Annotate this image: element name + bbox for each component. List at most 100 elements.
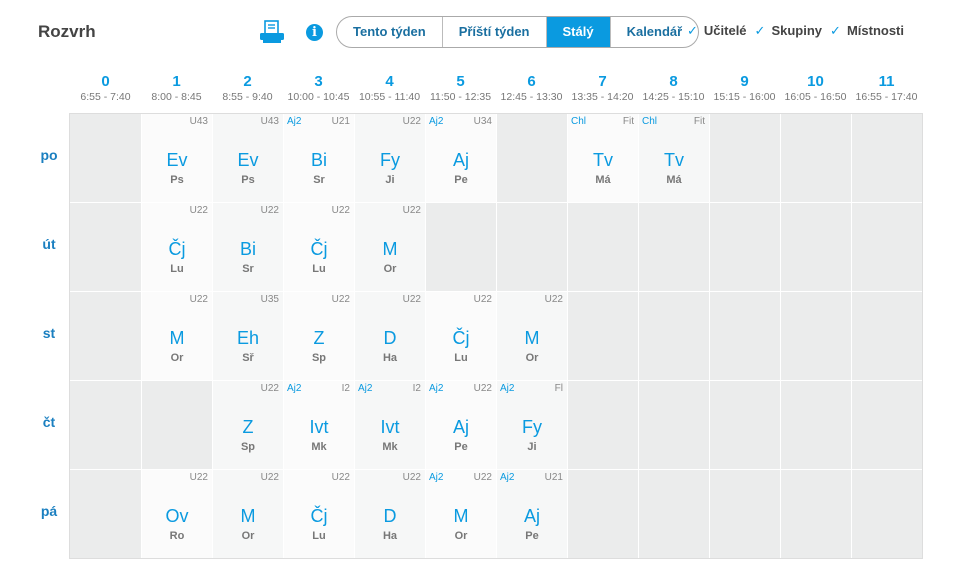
- lesson-room: Fit: [622, 116, 634, 127]
- lesson-subject: Tv: [593, 150, 613, 170]
- day-row: U22 Čj Lu U22 Bi Sr U22 Čj Lu U22 M Or: [70, 202, 922, 291]
- lesson-room: U22: [473, 472, 492, 483]
- lesson-room: U22: [402, 294, 421, 305]
- lesson-cell[interactable]: U22 M Or: [496, 292, 567, 380]
- lesson-teacher: Lu: [312, 530, 326, 542]
- period-time: 16:55 - 17:40: [855, 91, 918, 103]
- period-time: 8:00 - 8:45: [151, 91, 202, 103]
- lesson-subject: M: [524, 328, 540, 348]
- day-label: st: [42, 325, 56, 341]
- page-title: Rozvrh: [38, 22, 96, 41]
- period-header: 8 14:25 - 15:10: [638, 74, 709, 104]
- lesson-group: Aj2: [358, 383, 373, 394]
- period-time: 10:55 - 11:40: [358, 91, 421, 103]
- lesson-cell[interactable]: Aj2 I2 Ivt Mk: [354, 381, 425, 469]
- lesson-teacher: Ha: [382, 530, 398, 542]
- lesson-cell[interactable]: U35 Eh Sř: [212, 292, 283, 380]
- lesson-teacher: Ji: [385, 174, 395, 186]
- lesson-teacher: Ji: [527, 441, 537, 453]
- period-header: 11 16:55 - 17:40: [851, 74, 922, 104]
- period-number: 5: [456, 73, 465, 90]
- empty-cell: [709, 470, 780, 558]
- lesson-cell[interactable]: U22 Čj Lu: [283, 470, 354, 558]
- toggle-teachers[interactable]: ✓ Učitelé: [687, 23, 747, 39]
- period-number: 6: [527, 73, 536, 90]
- lesson-subject: Ev: [237, 150, 259, 170]
- day-label: čt: [42, 414, 56, 430]
- lesson-group: Chl: [642, 116, 658, 127]
- lesson-cell[interactable]: Aj2 I2 Ivt Mk: [283, 381, 354, 469]
- empty-cell: [70, 292, 141, 380]
- day-row: U22 Ov Ro U22 M Or U22 Čj Lu U22 D Ha Aj2 U22 M Or Aj2 U2…: [70, 469, 922, 558]
- lesson-cell[interactable]: Chl Fit Tv Má: [638, 114, 709, 202]
- period-time: 10:00 - 10:45: [287, 91, 350, 103]
- lesson-group: Chl: [571, 116, 587, 127]
- lesson-room: Fl: [554, 383, 563, 394]
- lesson-room: U22: [473, 383, 492, 394]
- empty-cell: [638, 203, 709, 291]
- info-icon[interactable]: i: [306, 24, 323, 41]
- empty-cell: [638, 381, 709, 469]
- empty-cell: [70, 203, 141, 291]
- tab-calendar[interactable]: Kalendář: [609, 17, 699, 47]
- lesson-cell[interactable]: U43 Ev Ps: [141, 114, 212, 202]
- lesson-cell[interactable]: U22 Ov Ro: [141, 470, 212, 558]
- empty-cell: [567, 292, 638, 380]
- lesson-cell[interactable]: U22 Z Sp: [212, 381, 283, 469]
- lesson-cell[interactable]: U43 Ev Ps: [212, 114, 283, 202]
- lesson-cell[interactable]: Chl Fit Tv Má: [567, 114, 638, 202]
- empty-cell: [851, 381, 922, 469]
- lesson-cell[interactable]: U22 Z Sp: [283, 292, 354, 380]
- lesson-group: Aj2: [500, 383, 515, 394]
- toggle-groups[interactable]: ✓ Skupiny: [755, 23, 822, 39]
- lesson-cell[interactable]: Aj2 U22 Aj Pe: [425, 381, 496, 469]
- lesson-cell[interactable]: U22 M Or: [354, 203, 425, 291]
- lesson-cell[interactable]: U22 D Ha: [354, 292, 425, 380]
- lesson-room: Fit: [693, 116, 705, 127]
- lesson-cell[interactable]: Aj2 U34 Aj Pe: [425, 114, 496, 202]
- lesson-cell[interactable]: U22 Bi Sr: [212, 203, 283, 291]
- view-switch: Tento týden Příští týden Stálý Kalendář: [336, 16, 700, 48]
- lesson-room: U22: [402, 116, 421, 127]
- lesson-room: U22: [331, 205, 350, 216]
- empty-cell: [851, 114, 922, 202]
- lesson-group: Aj2: [500, 472, 515, 483]
- lesson-room: U22: [189, 472, 208, 483]
- lesson-cell[interactable]: U22 M Or: [141, 292, 212, 380]
- tab-this-week[interactable]: Tento týden: [337, 17, 442, 47]
- lesson-cell[interactable]: Aj2 U21 Bi Sr: [283, 114, 354, 202]
- lesson-cell[interactable]: U22 M Or: [212, 470, 283, 558]
- lesson-cell[interactable]: U22 Čj Lu: [283, 203, 354, 291]
- lesson-room: U21: [544, 472, 563, 483]
- empty-cell: [496, 114, 567, 202]
- tab-next-week[interactable]: Příští týden: [441, 17, 546, 47]
- printer-icon[interactable]: [259, 20, 285, 44]
- lesson-teacher: Mk: [311, 441, 327, 453]
- lesson-room: U22: [331, 472, 350, 483]
- lesson-cell[interactable]: Aj2 Fl Fy Ji: [496, 381, 567, 469]
- tab-permanent[interactable]: Stálý: [545, 17, 610, 47]
- period-time: 8:55 - 9:40: [222, 91, 273, 103]
- toggle-rooms[interactable]: ✓ Místnosti: [830, 23, 904, 39]
- period-header: 1 8:00 - 8:45: [141, 74, 212, 104]
- lesson-cell[interactable]: U22 Fy Ji: [354, 114, 425, 202]
- lesson-teacher: Ro: [169, 530, 185, 542]
- period-time: 12:45 - 13:30: [500, 91, 563, 103]
- lesson-cell[interactable]: U22 Čj Lu: [425, 292, 496, 380]
- lesson-subject: M: [382, 239, 398, 259]
- day-row: U22 M Or U35 Eh Sř U22 Z Sp U22 D Ha U22 Čj Lu U22 M Or: [70, 291, 922, 380]
- period-header: 7 13:35 - 14:20: [567, 74, 638, 104]
- lesson-cell[interactable]: U22 Čj Lu: [141, 203, 212, 291]
- period-number: 0: [101, 73, 110, 90]
- lesson-subject: Čj: [452, 328, 470, 348]
- lesson-cell[interactable]: Aj2 U21 Aj Pe: [496, 470, 567, 558]
- lesson-room: U35: [260, 294, 279, 305]
- empty-cell: [70, 114, 141, 202]
- lesson-cell[interactable]: U22 D Ha: [354, 470, 425, 558]
- empty-cell: [496, 203, 567, 291]
- day-label: út: [42, 236, 56, 252]
- lesson-cell[interactable]: Aj2 U22 M Or: [425, 470, 496, 558]
- lesson-room: I2: [341, 383, 350, 394]
- period-header: 3 10:00 - 10:45: [283, 74, 354, 104]
- lesson-subject: Z: [242, 417, 254, 437]
